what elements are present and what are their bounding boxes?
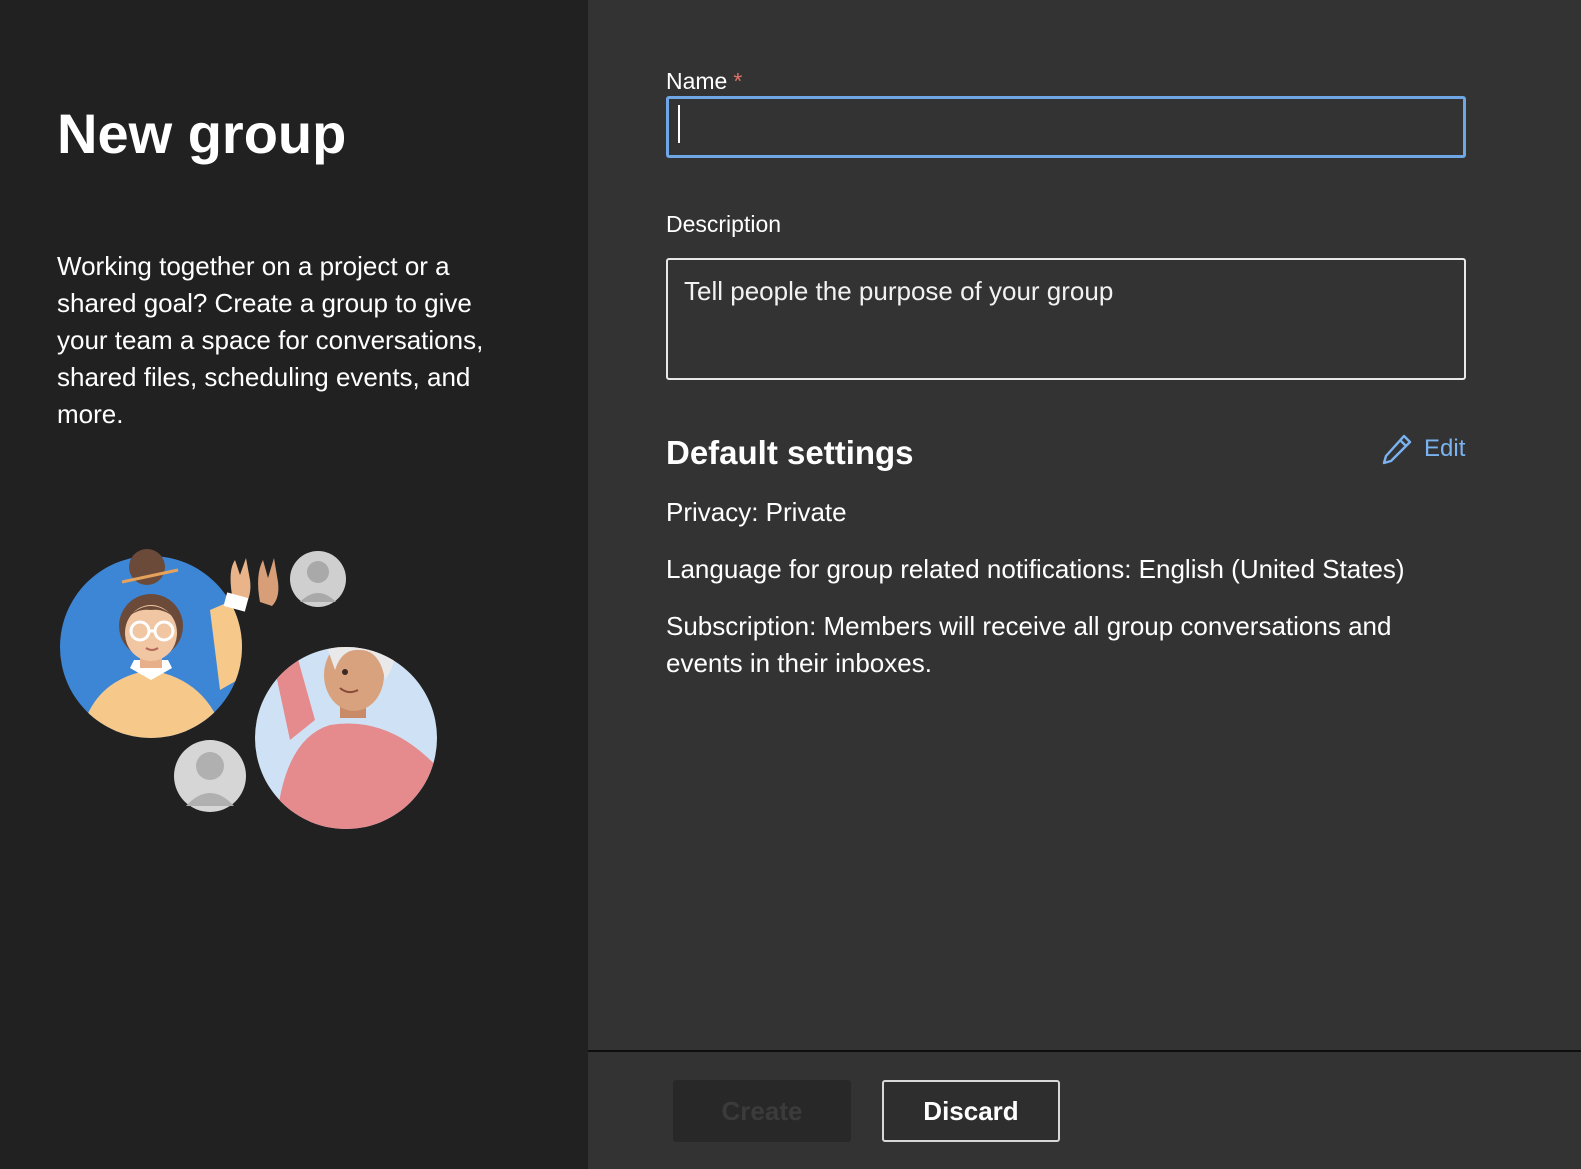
discard-button[interactable]: Discard [882,1080,1060,1142]
form-panel: Name * Description Tell people the purpos… [588,0,1581,1169]
new-group-dialog: New group Working together on a project … [0,0,1581,1169]
create-button[interactable]: Create [673,1080,851,1142]
pencil-icon [1382,434,1412,465]
name-input[interactable] [666,96,1466,158]
intro-description: Working together on a project or a share… [57,251,484,429]
placeholder-avatar-bottom [174,740,246,812]
intro-panel: New group Working together on a project … [0,0,588,1169]
placeholder-avatar-top [290,551,346,607]
text-cursor [678,105,680,143]
group-illustration [60,549,437,829]
default-settings-title: Default settings [666,434,914,471]
edit-label: Edit [1424,435,1466,462]
footer-divider [588,1050,1581,1052]
privacy-setting: Privacy: Private [666,497,847,527]
page-title: New group [57,102,347,165]
required-marker: * [733,68,743,94]
description-placeholder: Tell people the purpose of your group [684,276,1114,306]
name-label-text: Name [666,68,728,94]
name-label: Name * [666,67,742,95]
description-input[interactable]: Tell people the purpose of your group [666,258,1466,380]
description-label: Description [666,211,782,237]
language-setting: Language for group related notifications… [666,554,1405,584]
subscription-setting: Subscription: Members will receive all g… [666,611,1392,678]
edit-settings-link[interactable]: Edit [1380,430,1465,468]
